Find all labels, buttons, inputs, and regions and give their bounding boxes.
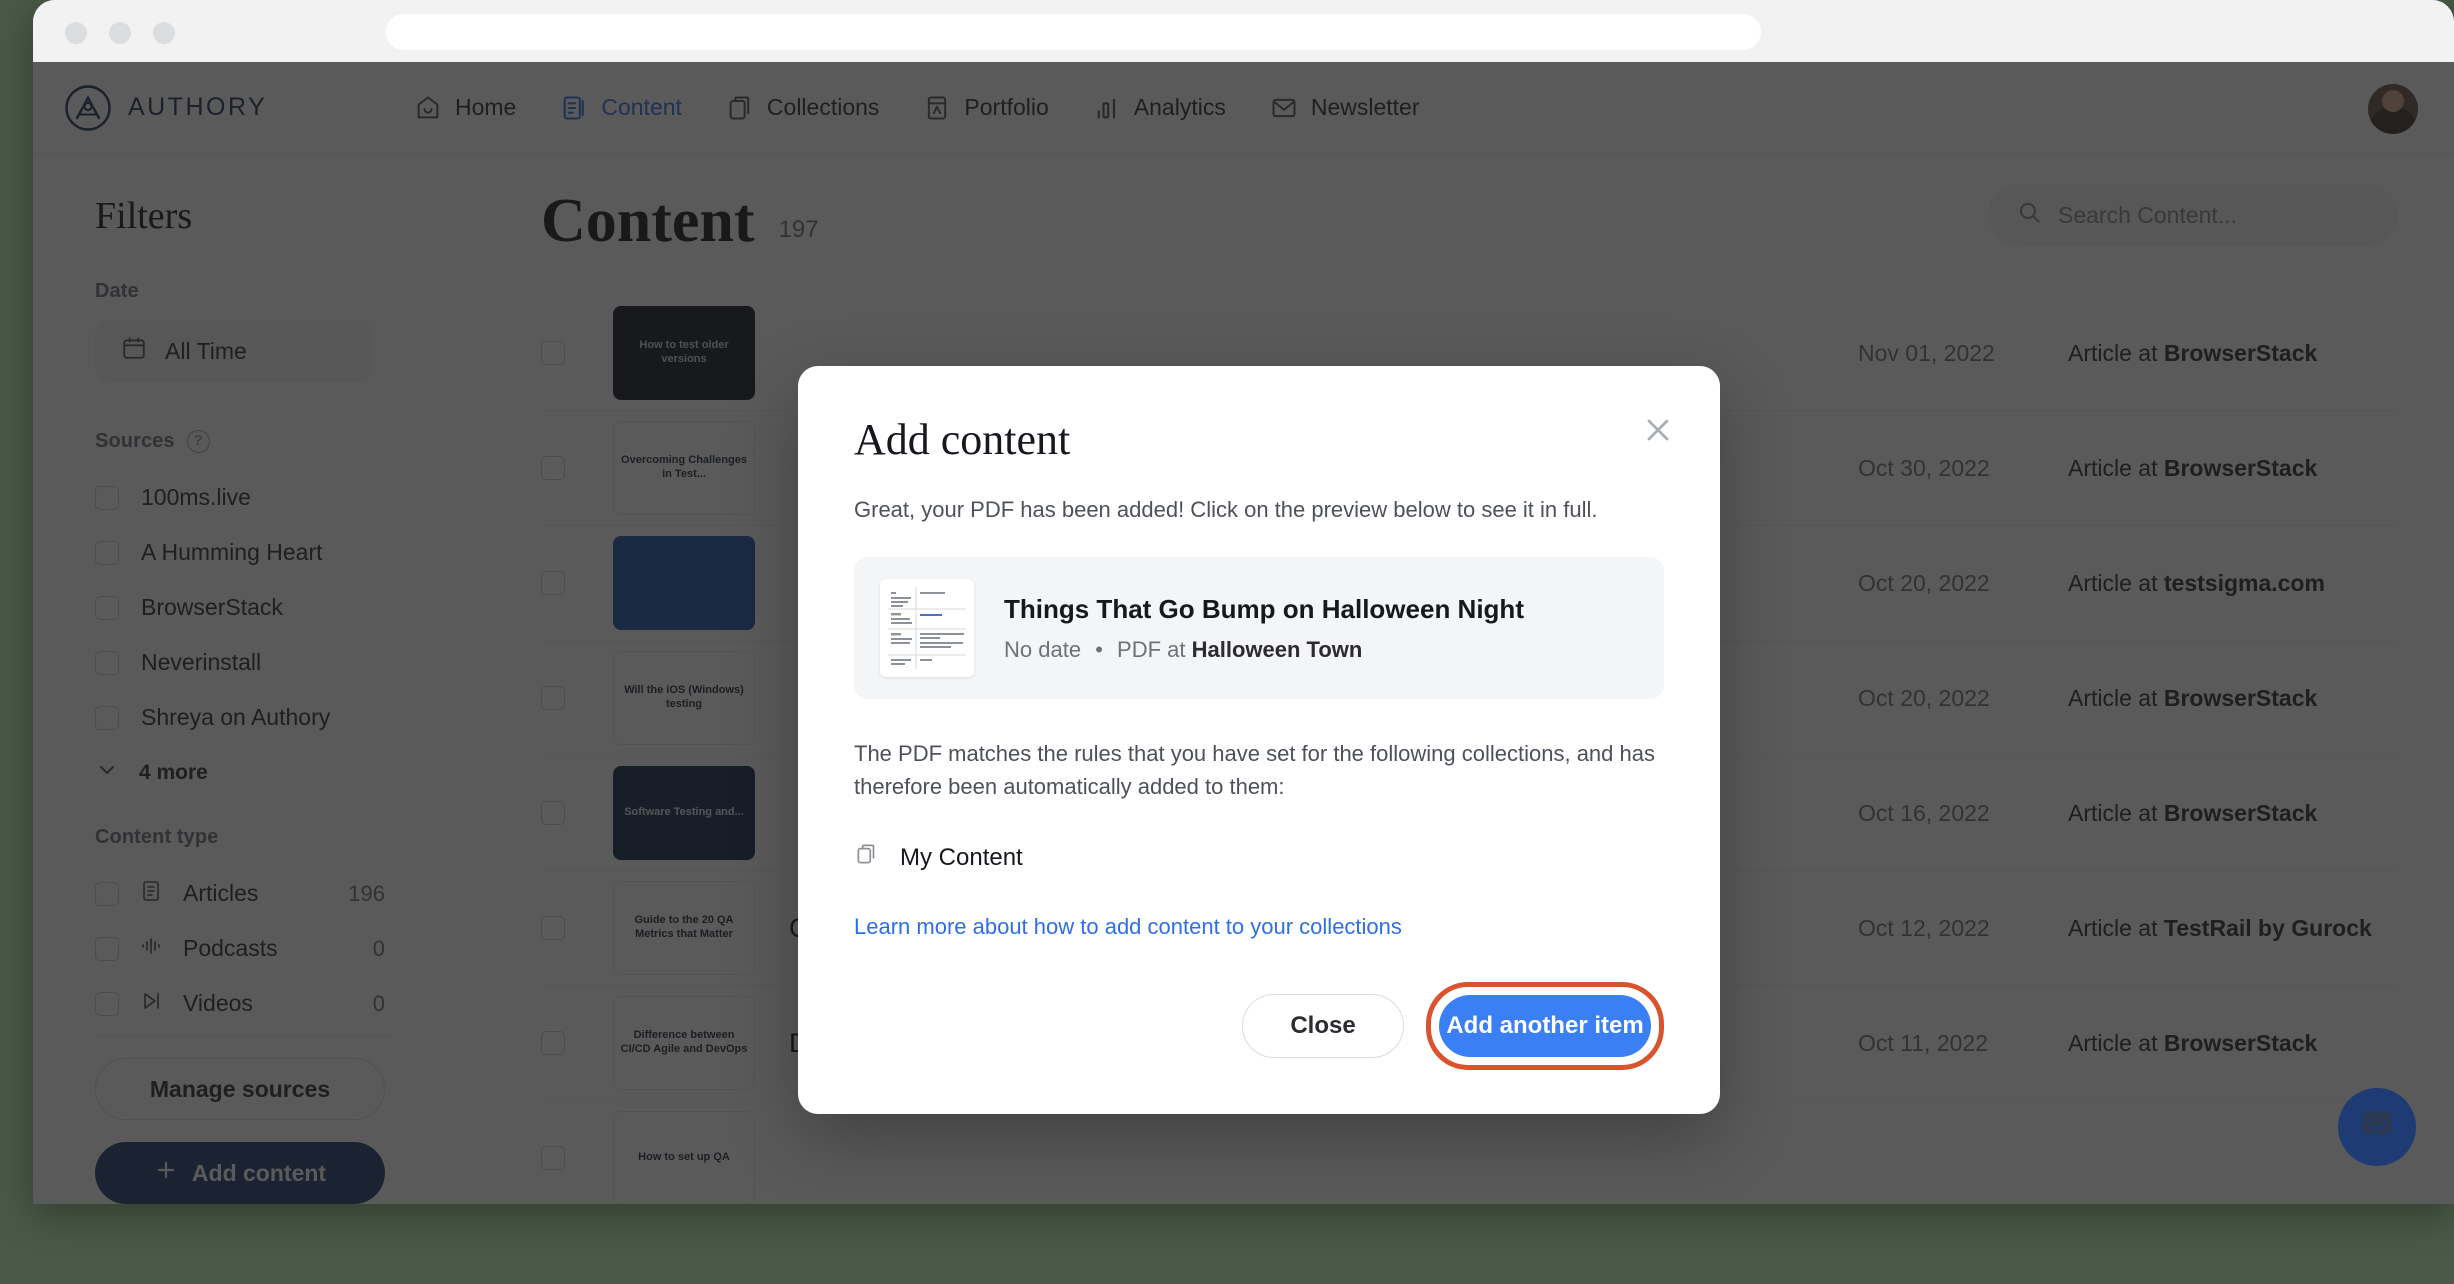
pdf-title: Things That Go Bump on Halloween Night — [1004, 593, 1524, 624]
address-bar[interactable] — [386, 14, 1761, 50]
matched-collection-row[interactable]: My Content — [854, 841, 1664, 874]
modal-lead-text: Great, your PDF has been added! Click on… — [854, 497, 1598, 522]
pdf-type-prefix: PDF at — [1117, 636, 1192, 662]
add-another-item-button[interactable]: Add another item — [1439, 995, 1651, 1057]
pdf-preview-card[interactable]: Things That Go Bump on Halloween Night N… — [854, 557, 1664, 699]
minimize-window-dot[interactable] — [109, 22, 131, 44]
browser-window: AUTHORY Home — [33, 0, 2454, 1204]
close-window-dot[interactable] — [65, 22, 87, 44]
modal-body-text: The PDF matches the rules that you have … — [854, 741, 1655, 799]
chat-icon — [2357, 1105, 2397, 1150]
pdf-card-text: Things That Go Bump on Halloween Night N… — [1004, 594, 1524, 663]
screenshot-root: AUTHORY Home — [0, 0, 2454, 1284]
maximize-window-dot[interactable] — [153, 22, 175, 44]
browser-chrome — [33, 0, 2454, 62]
modal-actions: Close Add another item — [854, 982, 1664, 1070]
add-content-modal: Add content Great, your PDF has been add… — [798, 366, 1720, 1114]
app-page: AUTHORY Home — [33, 62, 2454, 1204]
add-another-item-highlight: Add another item — [1426, 982, 1664, 1070]
pdf-meta-separator: • — [1095, 636, 1103, 662]
modal-title: Add content — [854, 415, 1071, 464]
window-controls — [65, 22, 175, 44]
pdf-date: No date — [1004, 636, 1082, 662]
learn-more-link[interactable]: Learn more about how to add content to y… — [854, 914, 1402, 940]
close-button[interactable]: Close — [1242, 994, 1404, 1058]
collection-icon — [854, 841, 880, 874]
pdf-source: Halloween Town — [1191, 636, 1363, 662]
pdf-meta: No date • PDF at Halloween Town — [1004, 637, 1524, 663]
collection-name: My Content — [900, 843, 1023, 871]
close-icon[interactable] — [1640, 412, 1676, 448]
chat-launcher-button[interactable] — [2338, 1088, 2416, 1166]
pdf-thumbnail — [880, 579, 974, 677]
